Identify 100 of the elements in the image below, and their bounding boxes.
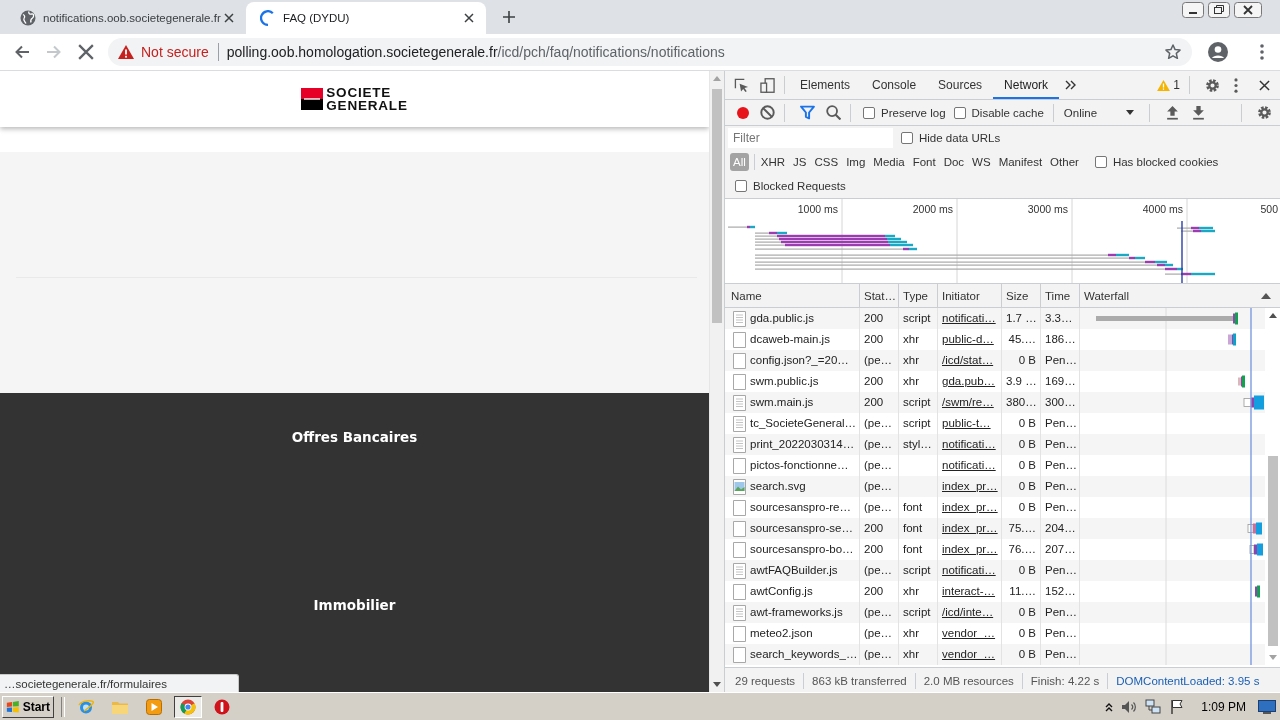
- initiator-link[interactable]: vendor_…: [942, 648, 996, 660]
- browser-tab[interactable]: notifications.oob.societegenerale.fr: [6, 2, 246, 34]
- checkbox[interactable]: [953, 106, 966, 119]
- security-indicator[interactable]: Not secure: [118, 44, 209, 60]
- scrollbar-thumb[interactable]: [1267, 456, 1278, 646]
- scrollbar-thumb[interactable]: [712, 89, 722, 323]
- settings-icon[interactable]: [1205, 77, 1220, 93]
- initiator-link[interactable]: notificati…: [942, 564, 996, 576]
- record-icon[interactable]: [737, 106, 749, 119]
- profile-icon[interactable]: [1208, 42, 1228, 62]
- type-filter-button[interactable]: Img: [842, 154, 870, 170]
- url-text[interactable]: polling.oob.homologation.societegenerale.fr/icd/pch/faq/notifications/notifications: [226, 44, 1165, 60]
- column-header[interactable]: Size: [1002, 284, 1041, 307]
- request-name[interactable]: awtConfig.js: [750, 581, 813, 602]
- restore-icon[interactable]: [1208, 2, 1230, 18]
- search-icon[interactable]: [826, 105, 841, 120]
- type-filter-button[interactable]: CSS: [810, 154, 843, 170]
- column-header[interactable]: Name: [725, 284, 860, 307]
- initiator-link[interactable]: index_pr…: [942, 480, 998, 492]
- request-name[interactable]: sourcesanspro-se…: [750, 518, 853, 539]
- minimize-icon[interactable]: [1182, 2, 1204, 18]
- type-filter-button[interactable]: Media: [869, 154, 909, 170]
- type-filter-button[interactable]: Font: [908, 154, 940, 170]
- star-icon[interactable]: [1165, 44, 1181, 60]
- filter-icon[interactable]: [800, 105, 815, 120]
- request-name[interactable]: config.json?_=20…: [750, 350, 849, 371]
- request-name[interactable]: sourcesanspro-re…: [750, 497, 851, 518]
- initiator-link[interactable]: notificati…: [942, 312, 996, 324]
- checkbox[interactable]: [863, 106, 875, 119]
- scroll-down-arrow-icon[interactable]: [713, 682, 721, 687]
- panel-tab[interactable]: Console: [861, 71, 928, 99]
- request-name[interactable]: meteo2.json: [750, 623, 813, 644]
- throttling-dropdown[interactable]: Online: [1057, 106, 1140, 119]
- clear-icon[interactable]: [760, 105, 775, 120]
- column-header[interactable]: Waterfall: [1080, 284, 1280, 307]
- clock-text[interactable]: 1:09 PM: [1201, 699, 1246, 714]
- request-name[interactable]: awt-frameworks.js: [750, 602, 843, 623]
- settings-icon[interactable]: [1257, 105, 1272, 120]
- type-filter-button[interactable]: XHR: [756, 154, 790, 170]
- request-name[interactable]: swm.public.js: [750, 371, 819, 392]
- taskbar-button[interactable]: [174, 695, 202, 718]
- initiator-link[interactable]: index_pr…: [942, 501, 998, 513]
- close-icon[interactable]: [224, 13, 234, 23]
- section-title[interactable]: Immobilier: [313, 595, 396, 615]
- column-header[interactable]: Initiator: [938, 284, 1002, 307]
- type-filter-button[interactable]: WS: [968, 154, 995, 170]
- column-header[interactable]: Time: [1041, 284, 1080, 307]
- checkbox[interactable]: [735, 180, 747, 192]
- request-name[interactable]: swm.main.js: [750, 392, 814, 413]
- section-title[interactable]: Offres Bancaires: [291, 427, 418, 447]
- column-header[interactable]: Stat…: [860, 284, 899, 307]
- type-filter-button[interactable]: Doc: [939, 154, 969, 170]
- browser-tab[interactable]: FAQ (DYDU): [246, 2, 486, 34]
- sort-arrow-icon[interactable]: [1261, 292, 1271, 299]
- chevron-double-icon[interactable]: [1065, 80, 1078, 90]
- request-name[interactable]: print_2022030314…: [750, 434, 855, 455]
- initiator-link[interactable]: /swm/re…: [942, 396, 994, 408]
- initiator-link[interactable]: /icd/inte…: [942, 606, 994, 618]
- checkbox[interactable]: [1094, 156, 1107, 168]
- panel-tab[interactable]: Elements: [789, 71, 862, 99]
- stop-icon[interactable]: [78, 44, 94, 60]
- type-filter-button[interactable]: Other: [1046, 154, 1083, 170]
- initiator-link[interactable]: /icd/stat…: [942, 354, 994, 366]
- request-name[interactable]: sourcesanspro-bo…: [750, 539, 854, 560]
- start-button[interactable]: Start: [2, 695, 54, 718]
- request-name[interactable]: tc_SocieteGeneral…: [750, 413, 857, 434]
- checkbox[interactable]: [901, 132, 913, 144]
- close-icon[interactable]: [464, 13, 474, 23]
- plus-icon[interactable]: [503, 11, 515, 23]
- request-name[interactable]: search.svg: [750, 476, 806, 497]
- menu-icon[interactable]: [1234, 77, 1238, 93]
- initiator-link[interactable]: index_pr…: [942, 522, 998, 534]
- close-icon[interactable]: [1234, 2, 1262, 18]
- caret-up-icon[interactable]: [1105, 701, 1114, 712]
- close-icon[interactable]: [1259, 79, 1270, 91]
- column-header[interactable]: Type: [899, 284, 938, 307]
- initiator-link[interactable]: public-d…: [942, 333, 994, 345]
- request-name[interactable]: gda.public.js: [750, 308, 814, 329]
- panel-tab[interactable]: Sources: [927, 71, 994, 99]
- initiator-link[interactable]: public-t…: [942, 417, 991, 429]
- initiator-link[interactable]: interact-…: [942, 585, 996, 597]
- menu-icon[interactable]: [1260, 44, 1264, 60]
- initiator-link[interactable]: gda.pub…: [942, 375, 996, 387]
- request-name[interactable]: awtFAQBuilder.js: [750, 560, 838, 581]
- flag-icon[interactable]: [1169, 698, 1186, 715]
- warning-counter[interactable]: 1: [1157, 78, 1180, 92]
- request-name[interactable]: dcaweb-main.js: [750, 329, 830, 350]
- upload-icon[interactable]: [1164, 105, 1180, 120]
- initiator-link[interactable]: notificati…: [942, 438, 996, 450]
- initiator-link[interactable]: notificati…: [942, 459, 996, 471]
- type-filter-button[interactable]: JS: [789, 154, 811, 170]
- type-filter-button[interactable]: Manifest: [994, 154, 1047, 170]
- download-icon[interactable]: [1190, 105, 1206, 120]
- devices-icon[interactable]: [760, 77, 775, 93]
- address-bar[interactable]: Not secure polling.oob.homologation.societegenerale.fr/icd/pch/faq/notifications/notifications: [108, 38, 1192, 66]
- initiator-link[interactable]: vendor_…: [942, 627, 996, 639]
- scroll-up-arrow-icon[interactable]: [1268, 313, 1277, 318]
- inspect-icon[interactable]: [734, 77, 749, 93]
- request-name[interactable]: search_keywords_…: [750, 644, 858, 665]
- initiator-link[interactable]: index_pr…: [942, 543, 998, 555]
